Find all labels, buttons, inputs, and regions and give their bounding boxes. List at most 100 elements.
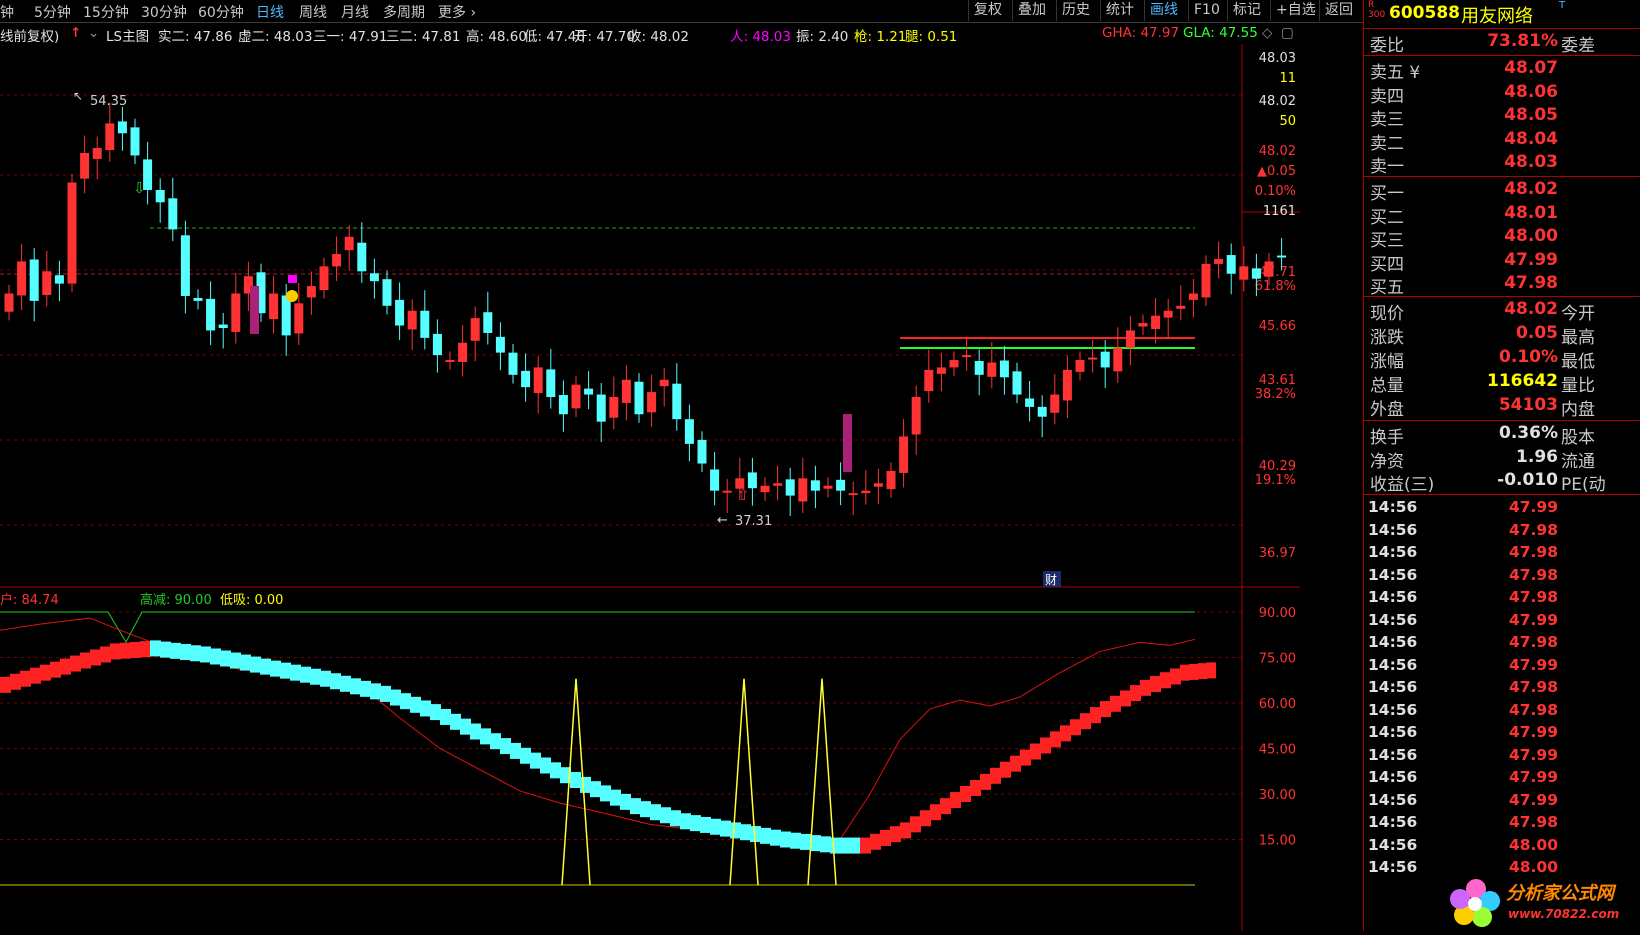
osc-band-down	[440, 708, 451, 725]
osc-band-down	[190, 645, 201, 662]
indicator-name[interactable]: LS主图	[106, 25, 149, 44]
price-axis-label: 38.2%	[1255, 387, 1296, 402]
tick-row[interactable]: 14:56 47.99	[1364, 610, 1640, 632]
osc-band-up	[980, 773, 991, 790]
tick-row[interactable]: 14:56 47.99	[1364, 790, 1640, 812]
dropdown-circle-icon[interactable]: ⌄	[88, 25, 99, 41]
stats-button[interactable]: 统计	[1100, 0, 1139, 21]
adjust-mode[interactable]: 线前复权)	[0, 25, 59, 44]
gla-value: GLA: 47.55	[1183, 25, 1258, 41]
tick-row[interactable]: 14:56 47.99	[1364, 497, 1640, 519]
osc-band-down	[690, 815, 701, 832]
back-button[interactable]: 返回	[1319, 0, 1358, 21]
mark-button[interactable]: 标记	[1227, 0, 1266, 21]
price-axis-label: 36.97	[1259, 546, 1296, 561]
candle-body	[332, 254, 342, 267]
buy-level-4: 买四 47.99	[1364, 249, 1640, 275]
add-watchlist-button[interactable]: +自选	[1270, 0, 1321, 21]
tick-row[interactable]: 14:56 48.00	[1364, 835, 1640, 857]
osc-band-up	[1100, 701, 1111, 718]
osc-band-up	[990, 767, 1001, 784]
quote-row-3-value: 116642	[1487, 371, 1558, 391]
tick-price: 47.99	[1508, 790, 1558, 809]
fuquan-button[interactable]: 复权	[968, 0, 1007, 21]
tick-row[interactable]: 14:56 47.98	[1364, 632, 1640, 654]
osc-band-down	[680, 813, 691, 830]
tick-price: 47.99	[1508, 723, 1558, 741]
candle-body	[999, 360, 1009, 378]
candle-body	[672, 383, 682, 420]
tick-row[interactable]: 14:56 47.98	[1364, 677, 1640, 699]
tick-row[interactable]: 14:56 47.98	[1364, 812, 1640, 834]
divider	[1364, 494, 1640, 495]
tf-60min[interactable]: 60分钟	[198, 2, 244, 22]
candle-body	[810, 480, 820, 491]
candle-body	[949, 360, 959, 368]
buy-level-1-value: 48.02	[1504, 179, 1558, 199]
osc-axis-label: 60.00	[1259, 697, 1296, 712]
quote-row-2: 涨幅 0.10% 最低	[1364, 346, 1640, 372]
tick-price: 47.99	[1508, 745, 1558, 764]
tf-daily[interactable]: 日线	[256, 2, 284, 22]
tick-row[interactable]: 14:56 47.99	[1364, 655, 1640, 677]
tf-5min[interactable]: 5分钟	[34, 2, 71, 22]
tick-row[interactable]: 14:56 47.99	[1364, 745, 1640, 767]
tf-15min[interactable]: 15分钟	[83, 2, 129, 22]
tf-more[interactable]: 更多 ›	[438, 2, 476, 22]
candle-body	[1251, 268, 1261, 279]
indicator-value-9: 振: 2.40	[796, 29, 849, 44]
tf-weekly[interactable]: 周线	[299, 2, 327, 22]
buy-level-1: 买一 48.02	[1364, 178, 1640, 204]
candle-body	[1277, 255, 1287, 258]
tick-row[interactable]: 14:56 47.98	[1364, 565, 1640, 587]
coin-icon	[286, 290, 298, 302]
osc-band-up	[0, 676, 11, 693]
candle-body	[193, 297, 203, 301]
osc-band-down	[610, 789, 621, 806]
draw-line-button[interactable]: 画线	[1144, 0, 1183, 21]
osc-band-down	[260, 658, 271, 675]
osc-band-down	[760, 827, 771, 844]
candle-body	[155, 189, 165, 203]
osc-axis-label: 45.00	[1259, 743, 1296, 758]
trough-label: 37.31	[735, 514, 772, 529]
price-axis-label: 48.03	[1259, 51, 1296, 66]
tick-row[interactable]: 14:56 47.98	[1364, 587, 1640, 609]
osc-band-down	[630, 798, 641, 815]
candle-body	[571, 384, 581, 409]
candle-body	[1125, 330, 1135, 348]
osc-band-up	[40, 664, 51, 681]
tick-row[interactable]: 14:56 47.98	[1364, 520, 1640, 542]
tick-row[interactable]: 14:56 47.98	[1364, 700, 1640, 722]
tf-30min[interactable]: 30分钟	[141, 2, 187, 22]
candle-body	[911, 397, 921, 435]
tf-monthly[interactable]: 月线	[341, 2, 369, 22]
overlay-button[interactable]: 叠加	[1012, 0, 1051, 21]
panel-toggle-icon[interactable]: ▢	[1281, 25, 1294, 41]
osc-band-down	[640, 801, 651, 818]
buy-level-2-value: 48.01	[1504, 202, 1558, 223]
weibi-row: 委比 73.81% 委差	[1364, 30, 1640, 56]
tf-multi[interactable]: 多周期	[383, 2, 425, 22]
sell-level-4: 卖四 48.06	[1364, 81, 1640, 107]
tick-row[interactable]: 14:56 47.99	[1364, 767, 1640, 789]
osc-band-down	[480, 728, 491, 745]
tick-row[interactable]: 14:56 47.99	[1364, 722, 1640, 744]
osc-band-up	[80, 652, 91, 669]
osc-band-up	[870, 833, 881, 850]
chart-area[interactable]: 48.03 11 48.02 50 48.02 ▲0.05 0.10% 1161 47.71 61…	[0, 44, 1300, 931]
up-arrow-icon: ↑	[70, 25, 82, 41]
kline-chart[interactable]: 48.03 11 48.02 50 48.02 ▲0.05 0.10% 1161 47.7161…	[0, 44, 1300, 931]
osc-band-down	[400, 693, 411, 710]
f10-button[interactable]: F10	[1188, 0, 1225, 21]
tick-price: 47.98	[1508, 588, 1558, 606]
osc-band-up	[1070, 719, 1081, 736]
tf-minute[interactable]: 钟	[0, 2, 14, 22]
tick-row[interactable]: 14:56 47.98	[1364, 542, 1640, 564]
osc-axis-label: 30.00	[1259, 788, 1296, 803]
osc-band-up	[60, 658, 71, 675]
candle-body	[117, 121, 127, 134]
osc-left-label: 户: 84.74	[0, 592, 59, 608]
history-button[interactable]: 历史	[1056, 0, 1095, 21]
tick-price: 47.99	[1508, 655, 1558, 674]
